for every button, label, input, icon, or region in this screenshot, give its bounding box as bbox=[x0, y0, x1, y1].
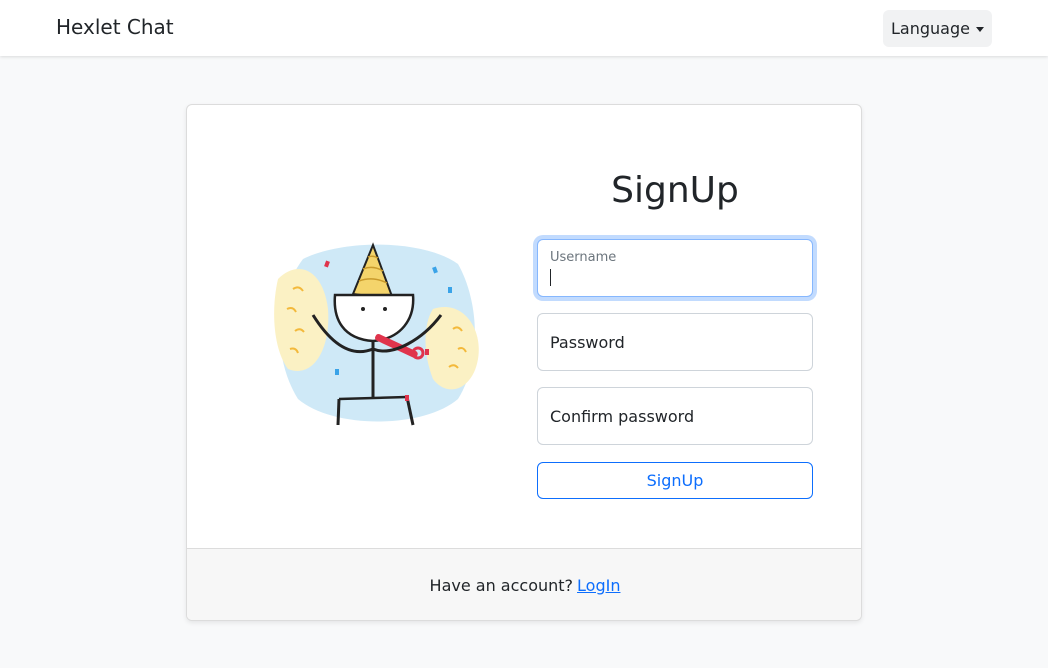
card-footer: Have an account? LogIn bbox=[187, 548, 861, 620]
password-field[interactable]: Password bbox=[537, 313, 813, 371]
page-title: SignUp bbox=[611, 170, 739, 211]
language-dropdown-button[interactable]: Language bbox=[883, 10, 992, 47]
footer-text: Have an account? bbox=[429, 576, 574, 595]
navbar: Hexlet Chat Language bbox=[0, 0, 1048, 56]
login-link[interactable]: LogIn bbox=[577, 576, 620, 595]
confirm-password-label: Confirm password bbox=[550, 407, 695, 426]
signup-button[interactable]: SignUp bbox=[537, 462, 813, 499]
password-label: Password bbox=[550, 333, 625, 352]
party-stickman-illustration bbox=[274, 242, 479, 426]
signup-card: SignUp Username Password Confirm passwor… bbox=[186, 104, 862, 621]
caret-down-icon bbox=[975, 27, 984, 32]
username-field[interactable]: Username bbox=[537, 239, 813, 297]
confirm-password-field[interactable]: Confirm password bbox=[537, 387, 813, 445]
text-cursor bbox=[550, 269, 551, 286]
language-label: Language bbox=[891, 19, 970, 38]
username-label: Username bbox=[550, 250, 617, 265]
brand-link[interactable]: Hexlet Chat bbox=[56, 15, 174, 39]
